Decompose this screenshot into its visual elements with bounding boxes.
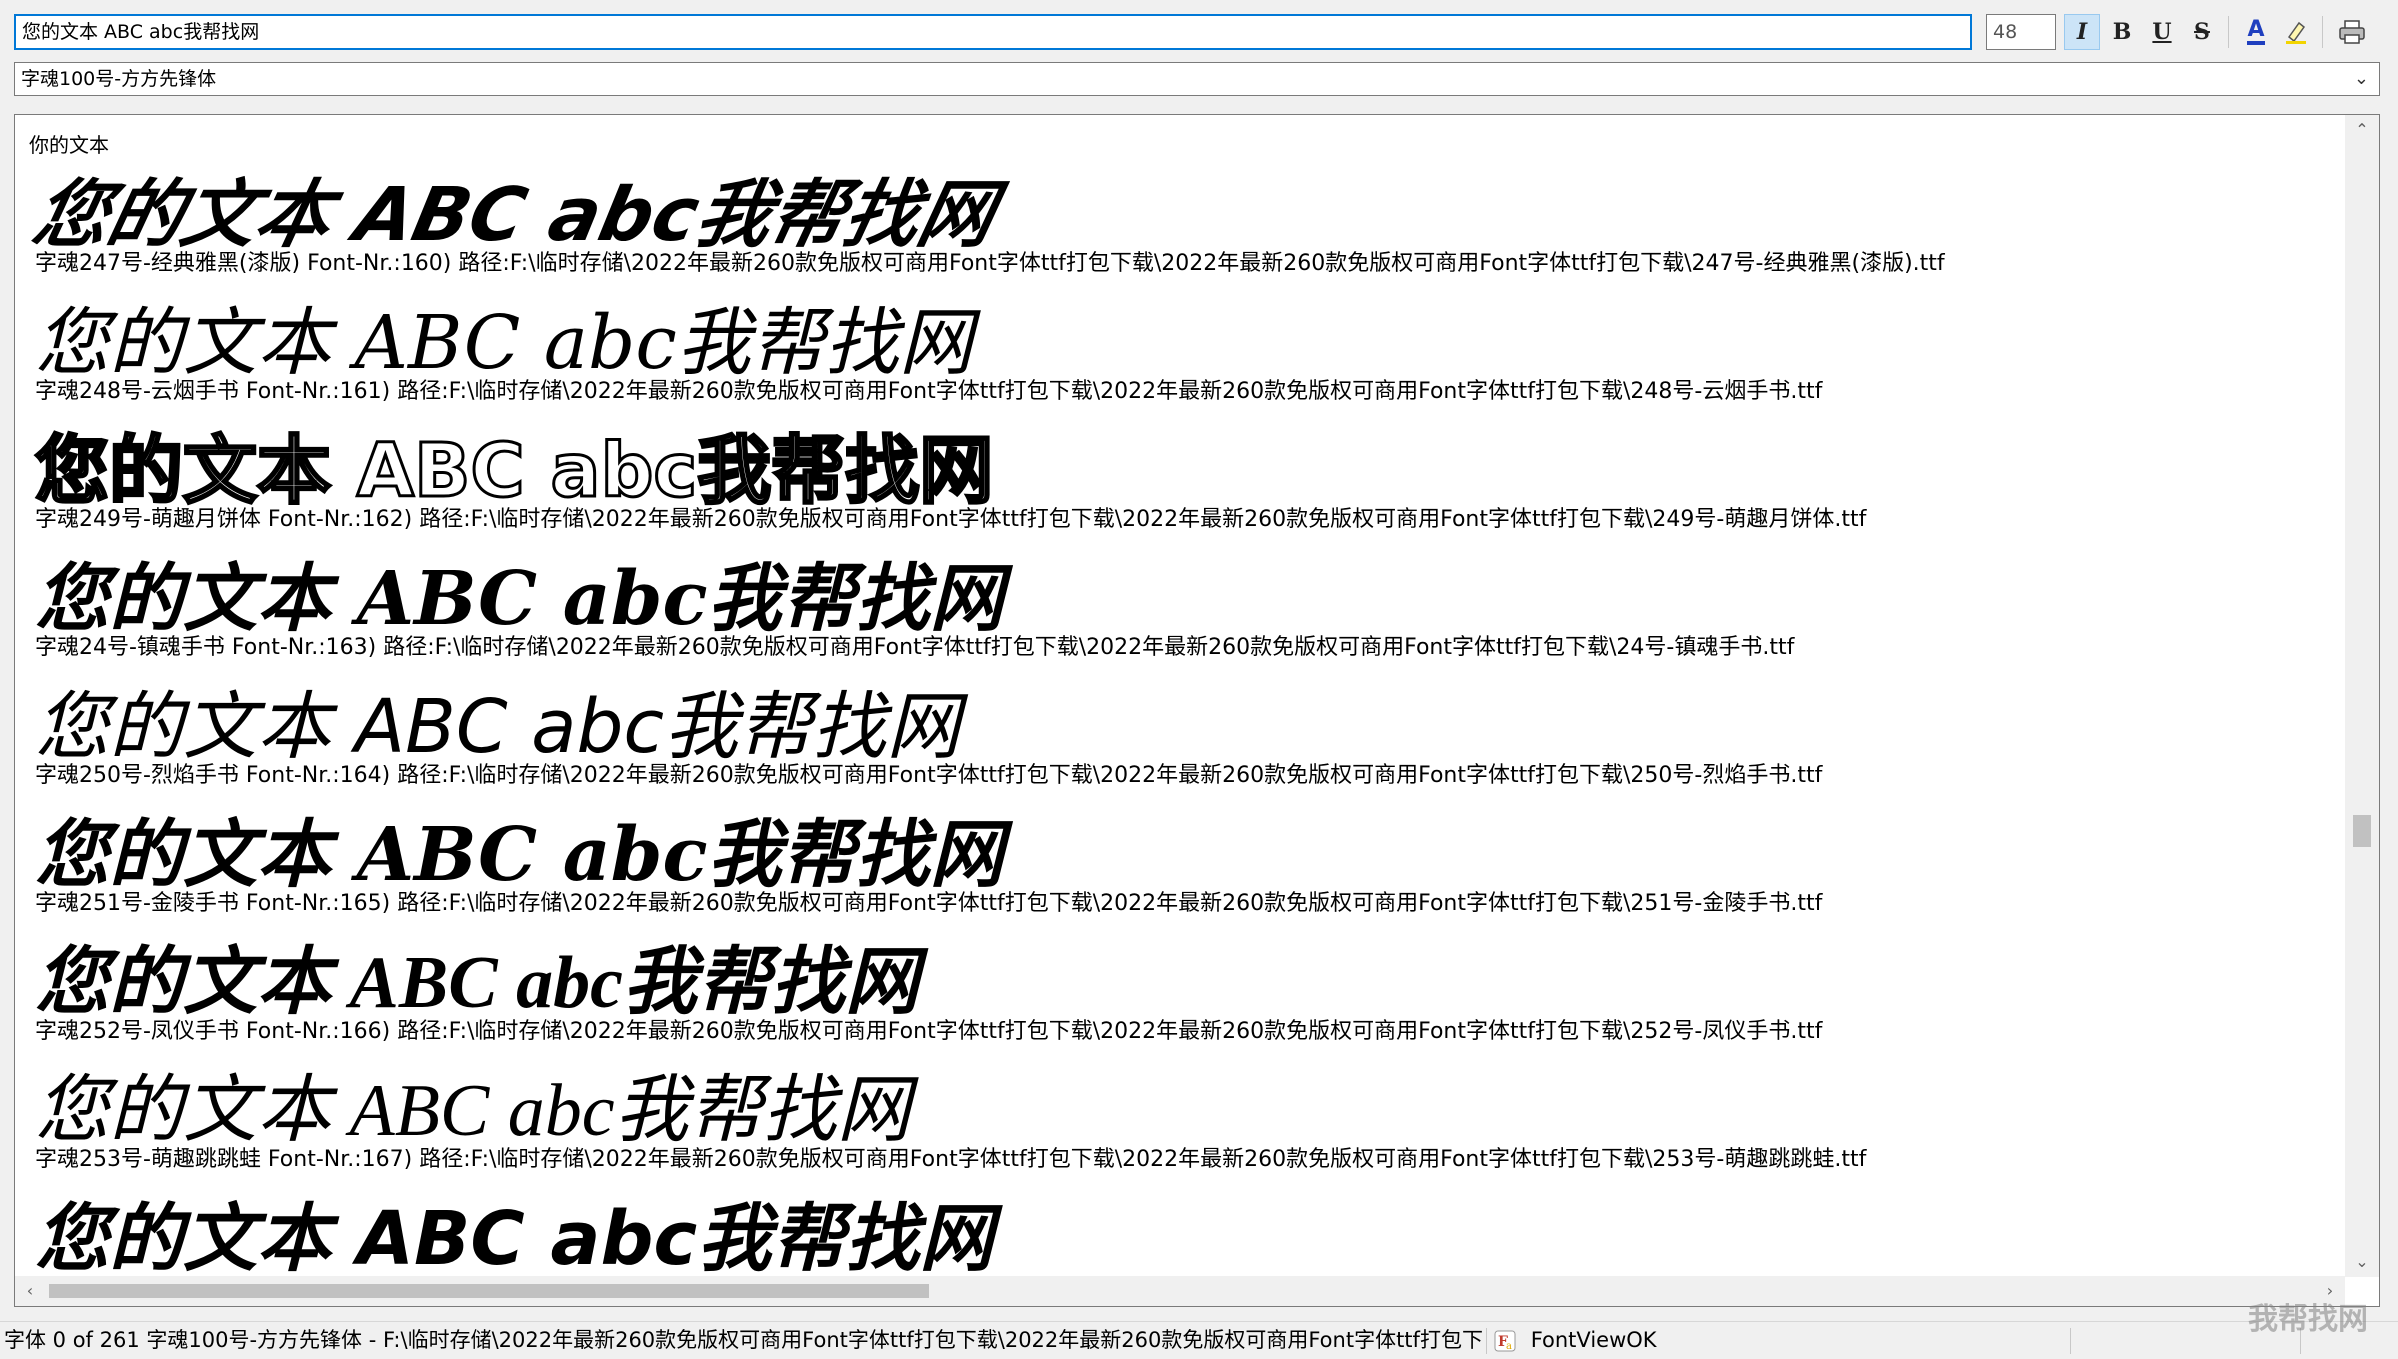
toolbar-separator [2322,16,2323,48]
highlighter-icon [2286,21,2306,44]
font-entry[interactable]: 您的文本 ABC abc我帮找网 字魂24号-镇魂手书 Font-Nr.:163… [35,559,1794,663]
bold-button[interactable]: B [2104,14,2140,50]
horizontal-scroll-thumb[interactable] [49,1284,929,1298]
svg-text:a: a [1506,1341,1512,1352]
vertical-scroll-thumb[interactable] [2353,815,2371,847]
font-info-text: 字魂248号-云烟手书 Font-Nr.:161) 路径:F:\临时存储\202… [35,379,1823,404]
font-entry[interactable]: 您的文本 ABC abc我帮找网 字魂251号-金陵手书 Font-Nr.:16… [35,815,1822,919]
status-app-name: FontViewOK [1530,1328,1657,1352]
font-entry[interactable]: 您的文本 ABC abc我帮找网 字魂249号-萌趣月饼体 Font-Nr.:1… [33,428,1867,535]
font-info-text: 字魂251号-金陵手书 Font-Nr.:165) 路径:F:\临时存储\202… [35,891,1823,916]
font-sample-text: 您的文本 ABC abc我帮找网 [35,684,961,770]
font-entry[interactable]: 您的文本 ABC abc我帮找网 [35,1199,993,1277]
scroll-left-icon[interactable]: ‹ [15,1276,45,1306]
font-sample-text: 您的文本 ABC abc我帮找网 [33,428,994,514]
font-color-button[interactable]: A [2238,14,2274,50]
status-path-text: 字体 0 of 261 字魂100号-方方先锋体 - F:\临时存储\2022年… [4,1328,1484,1352]
font-select-value: 字魂100号-方方先锋体 [21,68,217,90]
font-info-text: 字魂24号-镇魂手书 Font-Nr.:163) 路径:F:\临时存储\2022… [35,635,1795,660]
font-info-text: 字魂252号-凤仪手书 Font-Nr.:166) 路径:F:\临时存储\202… [35,1019,1823,1044]
font-sample-text: 您的文本 ABC abc我帮找网 [25,172,1003,258]
font-color-icon: A [2247,19,2265,45]
toolbar: 您的文本 ABC abc我帮找网 48 I B U S A [0,0,2398,60]
font-entry[interactable]: 您的文本 ABC abc我帮找网 字魂253号-萌趣跳跳蛙 Font-Nr.:1… [35,1071,1866,1175]
font-select-dropdown[interactable]: 字魂100号-方方先锋体 ⌄ [14,62,2380,96]
strikethrough-button[interactable]: S [2184,14,2220,50]
font-preview-list: 你的文本 您的文本 ABC abc我帮找网 字魂247号-经典雅黑(漆版) Fo… [15,115,2345,1277]
status-separator [2070,1328,2071,1354]
status-bar: 字体 0 of 261 字魂100号-方方先锋体 - F:\临时存储\2022年… [0,1321,2398,1359]
strikethrough-icon: S [2194,19,2210,45]
sample-text-input[interactable]: 您的文本 ABC abc我帮找网 [14,14,1972,50]
underline-icon: U [2152,19,2172,45]
font-sample-text: 您的文本 ABC abc我帮找网 [35,942,919,1024]
fontviewok-logo-icon: F a [1494,1330,1516,1352]
horizontal-scrollbar[interactable]: ‹ › [15,1276,2345,1306]
font-sample-text: 您的文本 ABC abc我帮找网 [35,812,1004,898]
toolbar-separator [2228,16,2229,48]
font-sample-text: 您的文本 ABC abc我帮找网 [35,1196,994,1277]
font-entry[interactable]: 您的文本 ABC abc我帮找网 字魂250号-烈焰手书 Font-Nr.:16… [35,687,1822,791]
chevron-down-icon: ⌄ [2353,68,2369,89]
italic-icon: I [2076,19,2088,45]
watermark-text: 我帮找网 [2248,1302,2368,1337]
printer-icon [2339,20,2365,44]
font-sample-text: 您的文本 ABC abc我帮找网 [35,300,973,386]
font-info-text: 字魂253号-萌趣跳跳蛙 Font-Nr.:167) 路径:F:\临时存储\20… [35,1147,1867,1172]
font-preview-pane: 你的文本 您的文本 ABC abc我帮找网 字魂247号-经典雅黑(漆版) Fo… [14,114,2380,1307]
font-entry[interactable]: 您的文本 ABC abc我帮找网 字魂247号-经典雅黑(漆版) Font-Nr… [26,172,1945,279]
status-separator [1486,1328,1487,1354]
print-button[interactable] [2334,14,2370,50]
font-size-input[interactable]: 48 [1986,14,2056,50]
font-info-text: 字魂250号-烈焰手书 Font-Nr.:164) 路径:F:\临时存储\202… [35,763,1823,788]
font-info-text: 字魂249号-萌趣月饼体 Font-Nr.:162) 路径:F:\临时存储\20… [35,507,1867,532]
scroll-down-icon[interactable]: ⌄ [2345,1247,2379,1277]
scroll-up-icon[interactable]: ⌃ [2345,115,2379,145]
italic-button[interactable]: I [2064,14,2100,50]
highlight-color-button[interactable] [2278,14,2314,50]
underline-button[interactable]: U [2144,14,2180,50]
font-entry[interactable]: 您的文本 ABC abc我帮找网 字魂248号-云烟手书 Font-Nr.:16… [35,303,1822,407]
status-app: F a FontViewOK [1494,1322,1657,1358]
preview-caption: 你的文本 [29,133,109,157]
vertical-scrollbar[interactable]: ⌃ ⌄ [2345,115,2379,1277]
font-sample-text: 您的文本 ABC abc我帮找网 [35,556,1004,642]
font-sample-text: 您的文本 ABC abc我帮找网 [35,1070,911,1152]
font-entry[interactable]: 您的文本 ABC abc我帮找网 字魂252号-凤仪手书 Font-Nr.:16… [35,943,1822,1047]
bold-icon: B [2112,19,2132,45]
